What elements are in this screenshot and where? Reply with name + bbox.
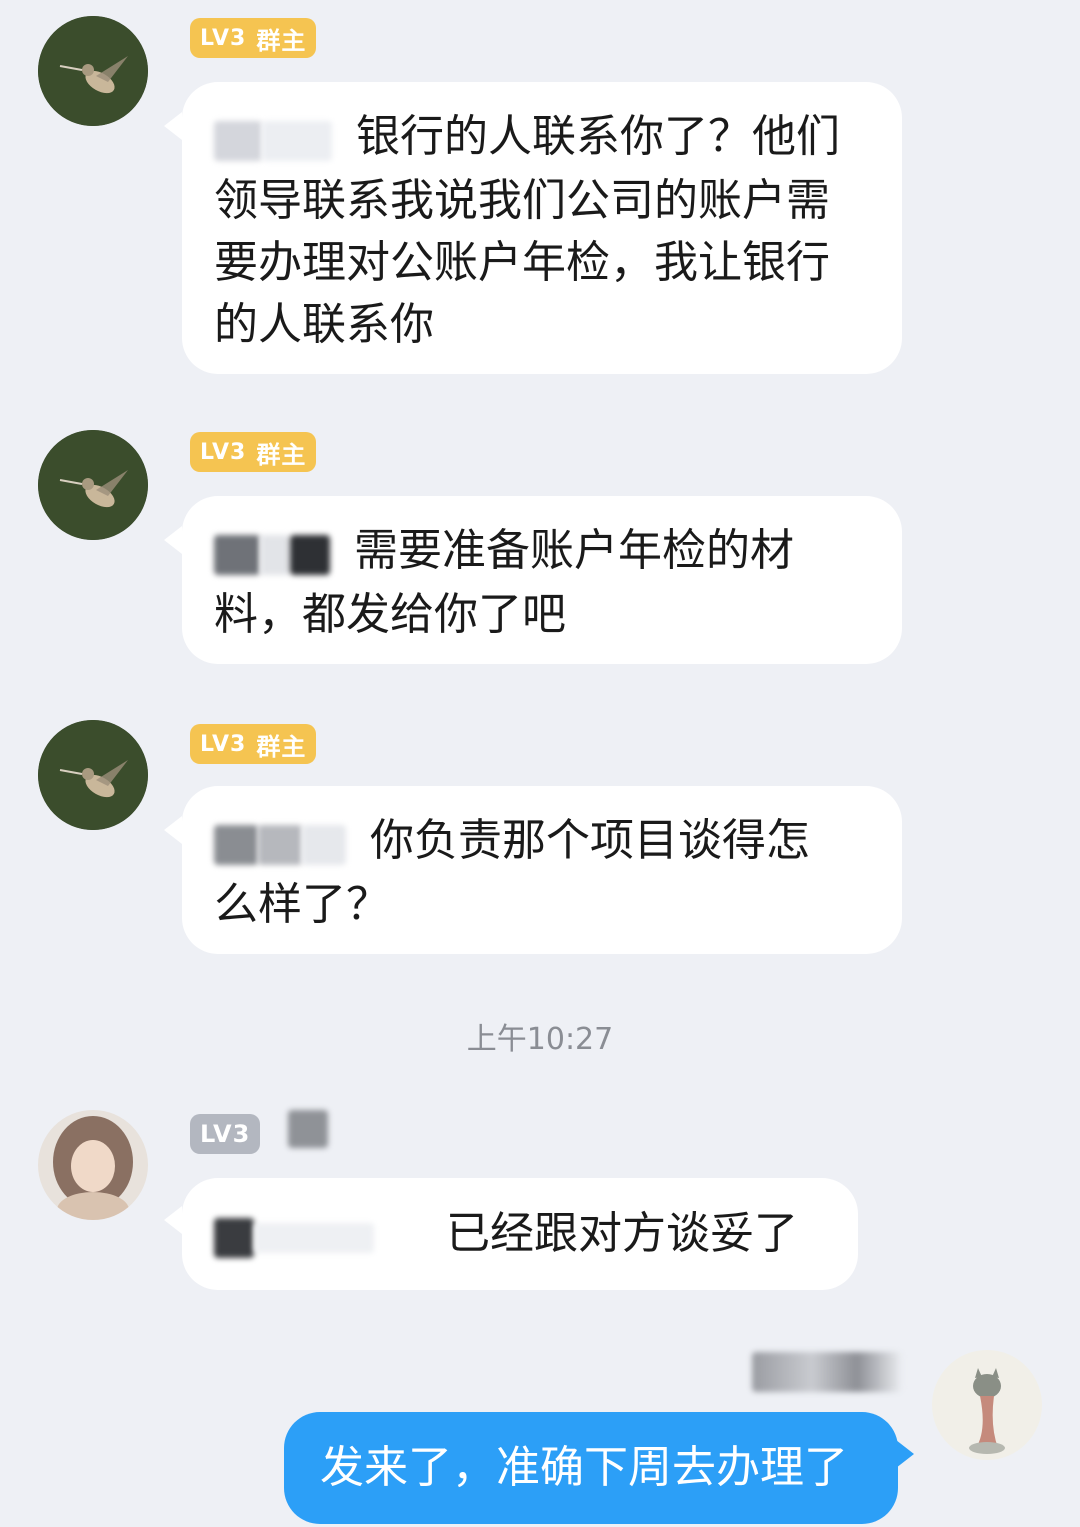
level-badge-owner: LV3 群主: [190, 18, 317, 58]
redacted-mention: [214, 522, 330, 584]
redacted-mention: [214, 1205, 374, 1267]
bubble-tail: [164, 526, 182, 554]
chat-timestamp: 上午10:27: [466, 1022, 614, 1057]
level-label: LV3: [200, 439, 247, 465]
bubble-tail: [164, 816, 182, 844]
bubble-tail: [164, 1206, 182, 1234]
hummingbird-avatar-icon[interactable]: [38, 16, 148, 126]
message-text: 你负责那个项目谈得怎: [370, 815, 810, 866]
level-label: LV3: [200, 731, 247, 757]
redacted-mention: [214, 812, 346, 874]
redacted-mention: [214, 108, 332, 170]
message-text-continued: 么样了？: [214, 879, 390, 930]
level-badge-owner: LV3 群主: [190, 724, 317, 764]
message-bubble[interactable]: 你负责那个项目谈得怎 么样了？: [182, 786, 902, 954]
role-label: 群主: [256, 26, 307, 55]
message-text: 发来了，准确下周去办理了: [320, 1442, 848, 1493]
level-label: LV3: [200, 25, 247, 51]
message-bubble[interactable]: 需要准备账户年检的材 料，都发给你了吧: [182, 496, 902, 664]
message-text: 需要准备账户年检的材: [354, 525, 794, 576]
hummingbird-avatar-icon[interactable]: [38, 720, 148, 830]
bubble-tail: [896, 1440, 914, 1468]
girl-avatar-icon[interactable]: [38, 1110, 148, 1220]
message-text-continued: 料，都发给你了吧: [214, 589, 566, 640]
message-bubble[interactable]: 银行的人联系你了？他们 领导联系我说我们公司的账户需要办理对公账户年检，我让银行…: [182, 82, 902, 374]
message-text-continued: 领导联系我说我们公司的账户需要办理对公账户年检，我让银行的人联系你: [214, 175, 830, 350]
role-label: 群主: [256, 440, 307, 469]
message-bubble-self[interactable]: 发来了，准确下周去办理了: [284, 1412, 898, 1524]
message-text: 银行的人联系你了？他们: [356, 111, 840, 162]
level-badge: LV3: [190, 1114, 261, 1154]
hummingbird-avatar-icon[interactable]: [38, 430, 148, 540]
level-badge-owner: LV3 群主: [190, 432, 317, 472]
message-text: 已经跟对方谈妥了: [446, 1208, 798, 1259]
cat-avatar-icon[interactable]: [932, 1350, 1042, 1460]
redacted-sender-name: [288, 1110, 328, 1148]
bubble-tail: [164, 112, 182, 140]
role-label: 群主: [256, 732, 307, 761]
level-label: LV3: [200, 1120, 251, 1148]
redacted-sender-name: [752, 1352, 902, 1392]
message-bubble[interactable]: 已经跟对方谈妥了: [182, 1178, 858, 1290]
